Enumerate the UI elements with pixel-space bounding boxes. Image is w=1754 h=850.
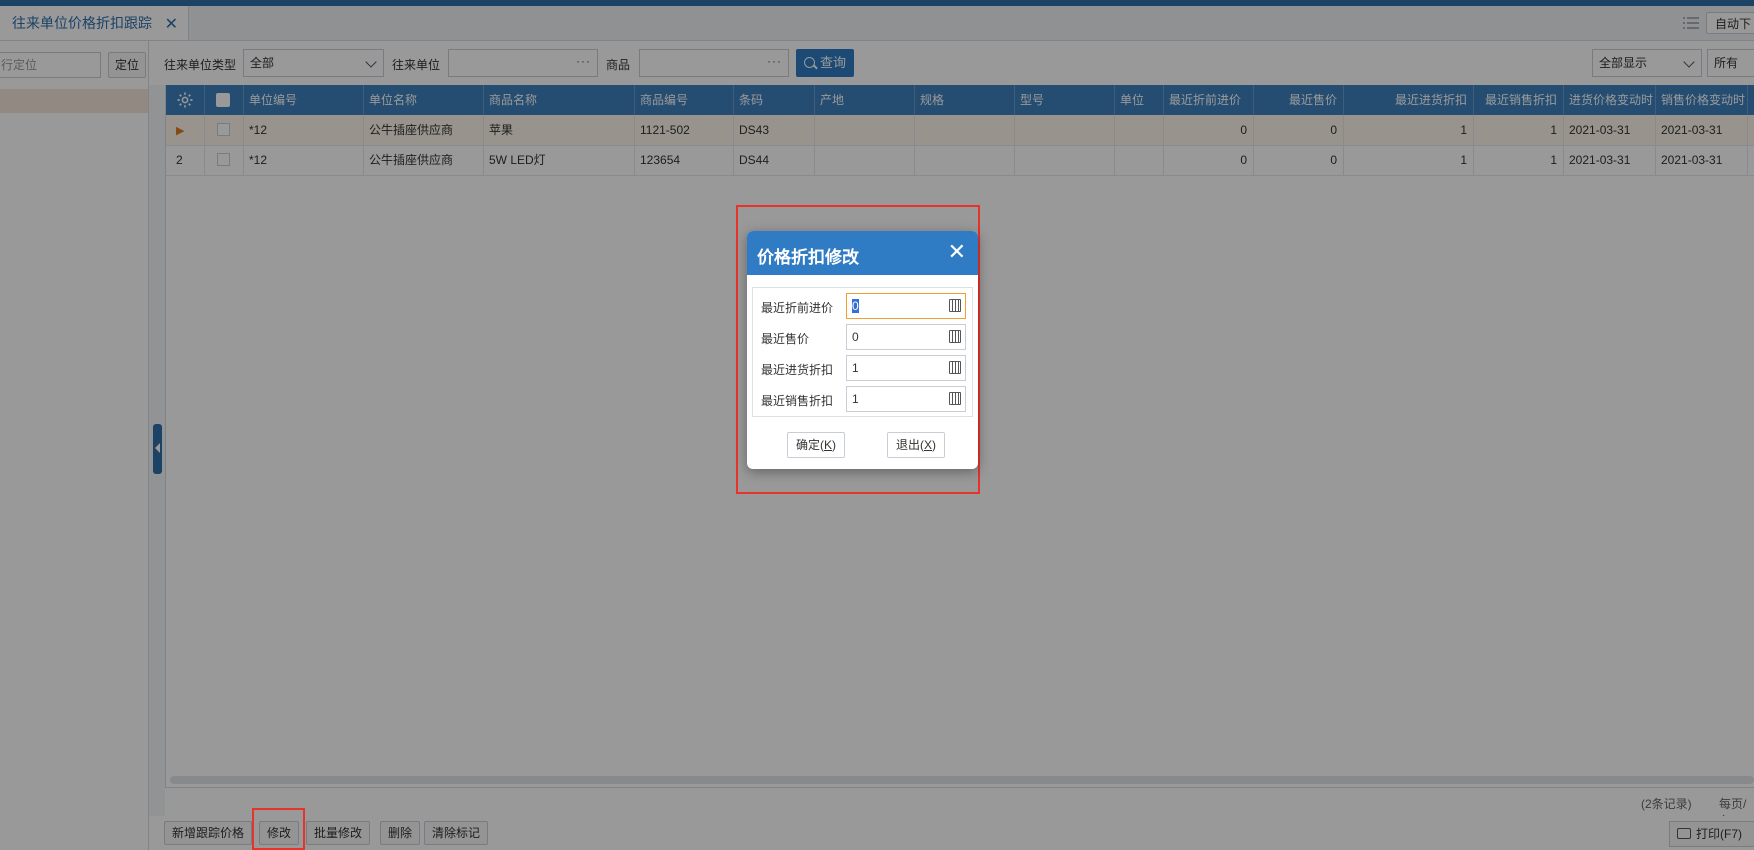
field-label: 最近销售折扣: [761, 394, 834, 408]
field-row: 最近售价 0: [753, 321, 974, 352]
last-sale-discount-input[interactable]: 1: [846, 386, 966, 412]
field-row: 最近折前进价 0: [753, 290, 974, 321]
exit-button[interactable]: 退出(X): [887, 432, 945, 458]
dialog-header: 价格折扣修改 ✕: [747, 231, 978, 275]
close-icon[interactable]: ✕: [948, 240, 966, 264]
calculator-icon[interactable]: [949, 361, 961, 374]
dialog-title: 价格折扣修改: [757, 248, 859, 267]
calculator-icon[interactable]: [949, 299, 961, 312]
field-label: 最近售价: [761, 332, 810, 346]
calculator-icon[interactable]: [949, 330, 961, 343]
ok-button[interactable]: 确定(K): [787, 432, 845, 458]
last-pre-price-input[interactable]: 0: [846, 293, 966, 319]
last-sale-price-input[interactable]: 0: [846, 324, 966, 350]
calculator-icon[interactable]: [949, 392, 961, 405]
dialog-form: 最近折前进价 0 最近售价 0 最近进货折扣 1 最近销售折扣 1: [752, 287, 973, 417]
field-label: 最近折前进价: [761, 301, 834, 315]
highlight-box-edit: [252, 808, 305, 850]
price-discount-edit-dialog: 价格折扣修改 ✕ 最近折前进价 0 最近售价 0 最近进货折扣 1 最近销售折扣…: [747, 231, 978, 469]
last-purchase-discount-input[interactable]: 1: [846, 355, 966, 381]
field-label: 最近进货折扣: [761, 363, 834, 377]
field-row: 最近销售折扣 1: [753, 383, 974, 414]
field-row: 最近进货折扣 1: [753, 352, 974, 383]
